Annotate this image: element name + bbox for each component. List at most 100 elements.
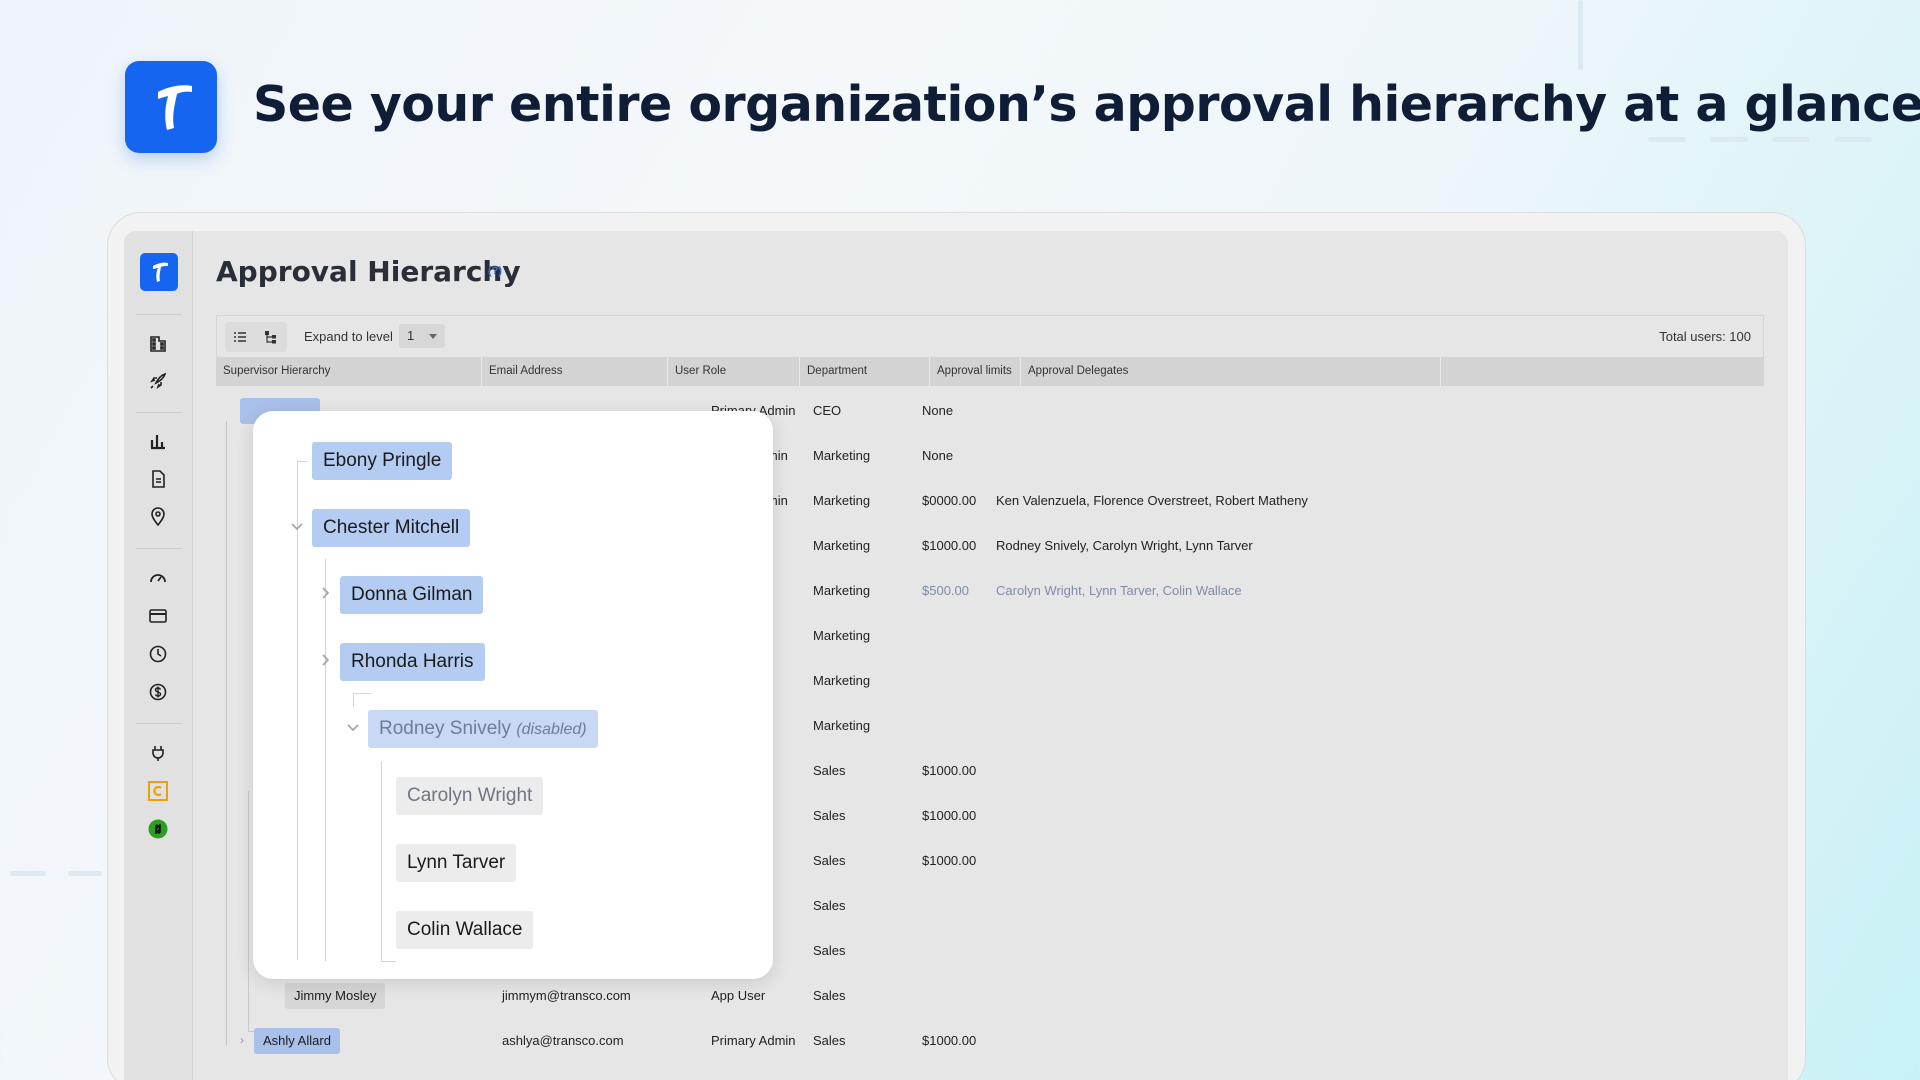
tree-node-chester-mitchell[interactable]: Chester Mitchell xyxy=(312,509,471,547)
cell-role: App User xyxy=(711,988,766,1003)
tree-guide-line xyxy=(353,693,371,694)
chevron-right-icon[interactable] xyxy=(317,585,333,601)
tree-guide-line xyxy=(381,961,396,962)
cell-delegates: Carolyn Wright, Lynn Tarver, Colin Walla… xyxy=(996,583,1242,598)
cell-department: Marketing xyxy=(813,628,871,643)
tree-guide-line xyxy=(381,761,382,961)
total-users: Total users: 100 xyxy=(1659,329,1751,344)
cell-department: Sales xyxy=(813,988,846,1003)
col-approval-limits[interactable]: Approval limits xyxy=(930,357,1021,386)
decorative-dash xyxy=(1772,137,1810,142)
bar-chart-icon[interactable] xyxy=(145,428,171,454)
tree-node-colin-wallace[interactable]: Colin Wallace xyxy=(396,911,534,949)
tree-view-icon[interactable] xyxy=(257,324,285,350)
tree-node-ebony-pringle[interactable]: Ebony Pringle xyxy=(312,442,453,480)
quickbooks-icon[interactable] xyxy=(145,816,171,842)
table-header: Supervisor Hierarchy Email Address User … xyxy=(216,357,1764,386)
cell-department: Marketing xyxy=(813,583,871,598)
dollar-circle-icon[interactable] xyxy=(145,679,171,705)
expand-level-select[interactable]: 1 xyxy=(399,324,445,348)
cell-department: CEO xyxy=(813,403,842,418)
rocket-icon[interactable] xyxy=(145,368,171,394)
tree-guide-line xyxy=(297,460,298,960)
caret-down-icon xyxy=(429,334,437,339)
table-row[interactable]: Jimmy Mosley jimmym@transco.com App User… xyxy=(216,974,1764,1019)
cell-limit: $500.00 xyxy=(922,583,969,598)
disabled-tag: (disabled) xyxy=(516,721,587,738)
col-approval-delegates[interactable]: Approval Delegates xyxy=(1021,357,1441,386)
location-pin-icon[interactable] xyxy=(145,504,171,530)
tree-node-label: Rodney Snively xyxy=(379,718,512,739)
cell-department: Sales xyxy=(813,1033,846,1048)
clock-icon[interactable] xyxy=(145,641,171,667)
col-email-address[interactable]: Email Address xyxy=(482,357,668,386)
plug-icon[interactable] xyxy=(145,740,171,766)
cell-department: Marketing xyxy=(813,493,871,508)
cell-limit: None xyxy=(922,403,954,418)
col-user-role[interactable]: User Role xyxy=(668,357,800,386)
list-view-icon[interactable] xyxy=(226,324,254,350)
speedometer-icon[interactable] xyxy=(145,565,171,591)
credit-card-icon[interactable] xyxy=(145,603,171,629)
chevron-down-icon[interactable] xyxy=(345,719,361,735)
help-icon[interactable]: (?) xyxy=(488,265,502,277)
cell-role: Primary Admin xyxy=(711,1033,796,1048)
cell-department: Marketing xyxy=(813,538,871,553)
cell-limit: $1000.00 xyxy=(922,763,977,778)
decorative-dash xyxy=(1834,137,1872,142)
cell-department: Sales xyxy=(813,808,846,823)
table-row[interactable]: › Ashly Allard ashlya@transco.com Primar… xyxy=(216,1019,1764,1064)
col-supervisor-hierarchy[interactable]: Supervisor Hierarchy xyxy=(216,357,482,386)
decorative-dash xyxy=(68,871,102,876)
tree-node-carolyn-wright[interactable]: Carolyn Wright xyxy=(396,777,544,815)
toolbar: Expand to level 1 Total users: 100 xyxy=(216,315,1764,357)
hierarchy-zoom-popup: Ebony Pringle Chester Mitchell Donna Gil… xyxy=(253,411,773,979)
building-icon[interactable] xyxy=(145,330,171,356)
col-department[interactable]: Department xyxy=(800,357,930,386)
cell-email: ashlya@transco.com xyxy=(502,1033,624,1048)
cell-department: Sales xyxy=(813,898,846,913)
tree-guide-line xyxy=(325,559,326,961)
page-title: Approval Hierarchy xyxy=(216,255,521,288)
expand-to-level-label: Expand to level xyxy=(304,329,393,344)
decorative-dash xyxy=(1710,137,1748,142)
hierarchy-user-chip[interactable]: Jimmy Mosley xyxy=(285,983,386,1009)
tree-guide-line xyxy=(297,461,307,462)
tree-node-donna-gilman[interactable]: Donna Gilman xyxy=(340,576,484,614)
chevron-right-icon[interactable] xyxy=(317,652,333,668)
cell-limit: None xyxy=(922,448,954,463)
tree-node-rhonda-harris[interactable]: Rhonda Harris xyxy=(340,643,485,681)
promo-headline: See your entire organization’s approval … xyxy=(253,76,1920,133)
document-icon[interactable] xyxy=(145,466,171,492)
sidebar-divider xyxy=(136,412,182,413)
tree-guide-line xyxy=(353,693,354,707)
cell-department: Sales xyxy=(813,853,846,868)
tree-node-lynn-tarver[interactable]: Lynn Tarver xyxy=(396,844,517,882)
cell-department: Sales xyxy=(813,943,846,958)
decorative-dash xyxy=(10,871,46,876)
cell-limit: $0000.00 xyxy=(922,493,977,508)
sidebar xyxy=(124,231,193,1080)
sidebar-divider xyxy=(136,314,182,315)
cell-delegates: Rodney Snively, Carolyn Wright, Lynn Tar… xyxy=(996,538,1253,553)
expand-level-value: 1 xyxy=(407,328,415,343)
integration-c-icon[interactable] xyxy=(145,778,171,804)
sidebar-divider xyxy=(136,723,182,724)
cell-department: Marketing xyxy=(813,673,871,688)
hierarchy-user-chip[interactable]: Ashly Allard xyxy=(254,1028,340,1054)
cell-limit: $1000.00 xyxy=(922,538,977,553)
cell-limit: $1000.00 xyxy=(922,853,977,868)
brand-logo-icon xyxy=(125,61,217,153)
tree-node-rodney-snively[interactable]: Rodney Snively (disabled) xyxy=(368,710,598,748)
cell-department: Marketing xyxy=(813,718,871,733)
cell-department: Sales xyxy=(813,763,846,778)
decorative-dash xyxy=(1648,137,1686,142)
chevron-right-icon[interactable]: › xyxy=(240,1033,244,1047)
decorative-dash xyxy=(1578,0,1583,70)
app-logo-icon[interactable] xyxy=(140,253,178,291)
sidebar-divider xyxy=(136,548,182,549)
cell-limit: $1000.00 xyxy=(922,1033,977,1048)
chevron-down-icon[interactable] xyxy=(289,518,305,534)
cell-limit: $1000.00 xyxy=(922,808,977,823)
cell-department: Marketing xyxy=(813,448,871,463)
